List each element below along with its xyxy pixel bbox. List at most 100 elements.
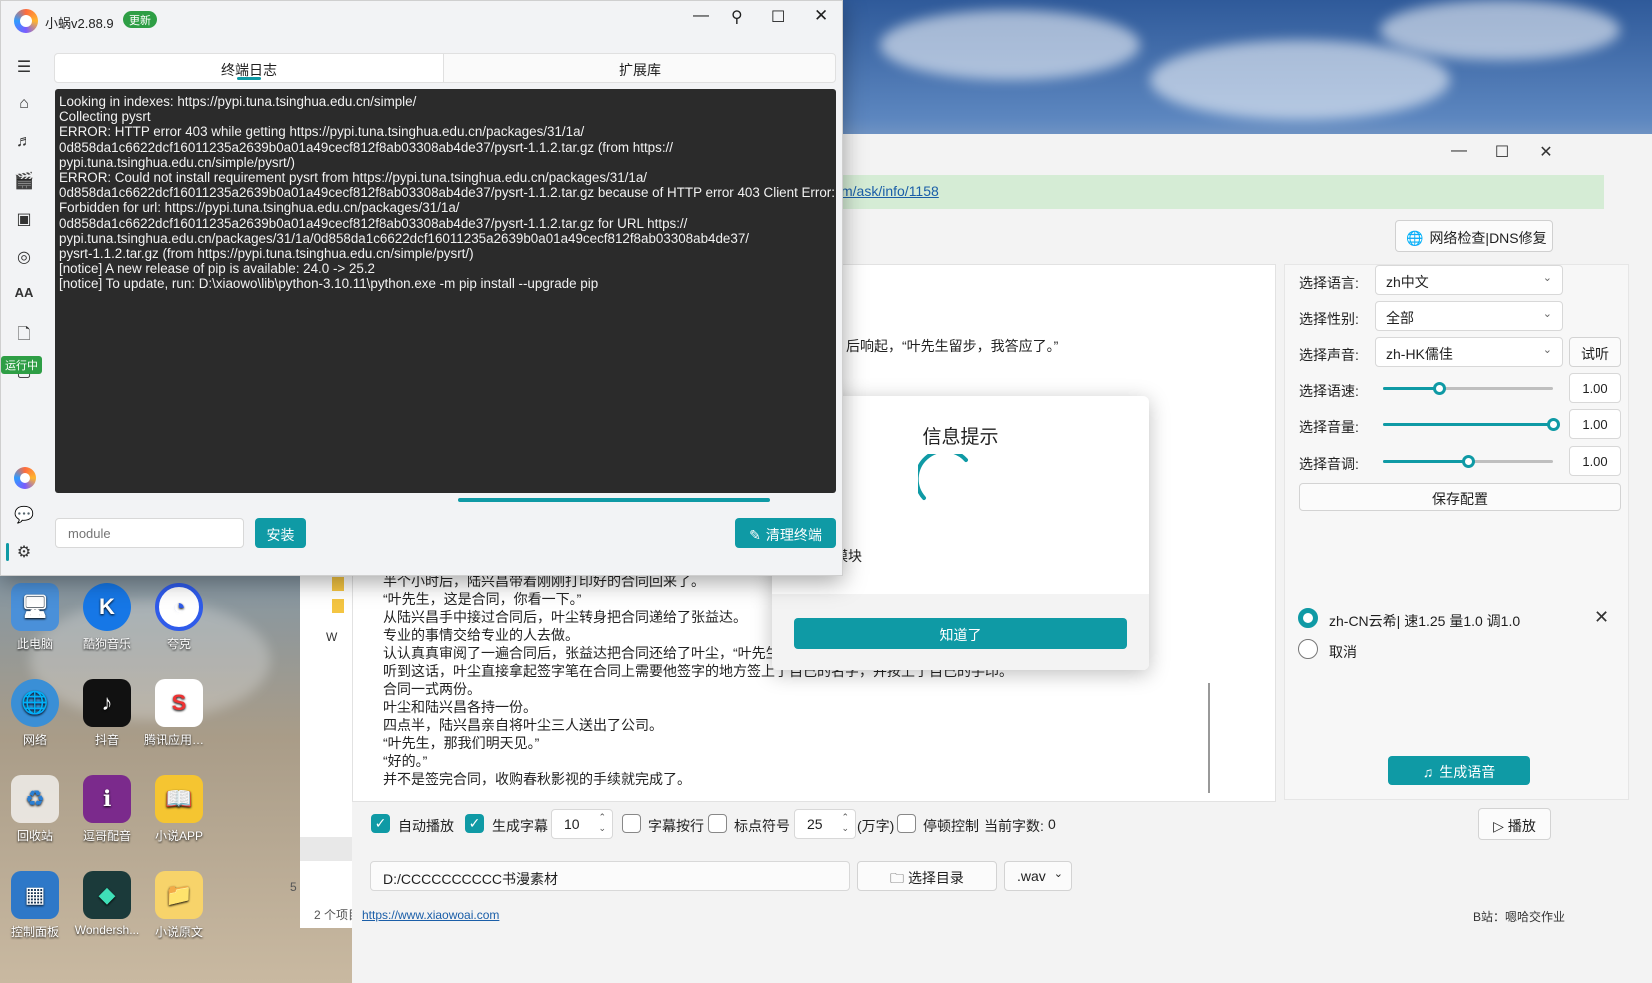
- terminal-line: Forbidden for url: https://pypi.tuna.tsi…: [59, 200, 460, 216]
- radio-selected[interactable]: [1298, 608, 1318, 628]
- save-config-button[interactable]: 保存配置: [1299, 483, 1621, 511]
- font-size-icon[interactable]: AA: [13, 285, 35, 307]
- record-icon[interactable]: ◎: [13, 247, 35, 269]
- wondershare-icon: ◆: [83, 871, 131, 919]
- voice-option[interactable]: zh-CN云希| 速1.25 量1.0 调1.0: [1329, 611, 1520, 631]
- desktop-icon-novel-folder[interactable]: 📁 小说原文: [144, 871, 214, 940]
- home-icon[interactable]: ⌂: [13, 95, 35, 117]
- text-line: “好的。”: [383, 753, 428, 769]
- stepper-arrows-icon[interactable]: ⌃ ⌄: [598, 812, 606, 834]
- volume-value[interactable]: 1.00: [1569, 409, 1621, 439]
- chevron-down-icon: ⌄: [1542, 344, 1552, 356]
- maximize-icon[interactable]: ☐: [771, 7, 785, 27]
- desktop-icon-dubbing[interactable]: ℹ 逗哥配音: [72, 775, 142, 844]
- tab-extensions[interactable]: 扩展库: [445, 54, 835, 82]
- desktop-icon-computer[interactable]: 🖥 此电脑: [0, 583, 70, 652]
- cloud: [1150, 40, 1450, 120]
- notice-link[interactable]: m/ask/info/1158: [841, 183, 939, 199]
- minimize-icon[interactable]: —: [1444, 142, 1474, 160]
- slider-knob[interactable]: [1433, 382, 1447, 395]
- document-icon[interactable]: 🗋: [13, 323, 35, 345]
- maximize-icon[interactable]: ☐: [1487, 142, 1517, 162]
- slider-knob[interactable]: [1462, 455, 1475, 468]
- close-icon[interactable]: ✕: [1594, 607, 1609, 628]
- terminal-line: pysrt-1.1.2.tar.gz (from https://pypi.tu…: [59, 246, 474, 262]
- pitch-slider[interactable]: [1383, 455, 1553, 468]
- cloud: [1380, 0, 1620, 60]
- punct-label: 标点符号: [734, 818, 790, 834]
- radio-unselected[interactable]: [1298, 639, 1318, 659]
- desktop-icon-network[interactable]: 🌐 网络: [0, 679, 70, 748]
- terminal-output[interactable]: Looking in indexes: https://pypi.tuna.ts…: [55, 89, 836, 493]
- try-listen-button[interactable]: 试听: [1569, 337, 1621, 367]
- desktop-icon-control-panel[interactable]: ▦ 控制面板: [0, 871, 70, 940]
- cloud-drive-label: W: [326, 630, 338, 644]
- cloud: [880, 10, 1140, 80]
- speed-value[interactable]: 1.00: [1569, 373, 1621, 403]
- website-link[interactable]: https://www.xiaowoai.com: [362, 908, 499, 922]
- desktop-icon-douyin[interactable]: ♪ 抖音: [72, 679, 142, 748]
- speed-slider[interactable]: [1383, 382, 1553, 395]
- network-icon: 🌐: [11, 679, 59, 727]
- ok-button[interactable]: 知道了: [794, 618, 1127, 649]
- minimize-icon[interactable]: —: [693, 7, 709, 25]
- stepper-arrows-icon[interactable]: ⌃ ⌄: [841, 812, 849, 834]
- pitch-value[interactable]: 1.00: [1569, 446, 1621, 476]
- choose-dir-button[interactable]: 🗀 选择目录: [857, 861, 997, 891]
- video-icon[interactable]: 🎬: [13, 171, 35, 193]
- language-select[interactable]: zh中文 ⌄: [1375, 265, 1563, 295]
- voice-settings-panel: 选择语言: zh中文 ⌄ 选择性别: 全部 ⌄ 选择声音: zh-HK儒佳 ⌄ 试听 …: [1284, 264, 1629, 800]
- unit-label: (万字): [857, 818, 895, 834]
- terminal-line: [notice] To update, run: D:\xiaowo\lib\p…: [59, 276, 599, 292]
- install-button[interactable]: 安装: [255, 518, 306, 548]
- voice-value: zh-HK儒佳: [1386, 346, 1453, 362]
- pin-icon[interactable]: ⚲: [731, 7, 743, 27]
- format-select[interactable]: .wav ⌄: [1004, 861, 1072, 891]
- update-badge[interactable]: 更新: [123, 11, 157, 28]
- gender-select[interactable]: 全部 ⌄: [1375, 301, 1563, 331]
- volume-slider[interactable]: [1383, 418, 1560, 431]
- terminal-line: 0d858da1c6622dcf16011235a2639b0a01a49cec…: [59, 139, 673, 155]
- text-to-speech-icon[interactable]: ♬: [13, 133, 35, 155]
- char-count-value: 0: [1048, 816, 1056, 832]
- gear-icon[interactable]: ⚙: [13, 542, 35, 564]
- play-icon: ▷: [1493, 818, 1504, 834]
- module-input[interactable]: [55, 518, 244, 548]
- text-line: 合同一式两份。: [383, 681, 481, 697]
- desktop-icon-yingyongbao[interactable]: S腾讯应用宝 畅玩手机好...: [144, 679, 214, 748]
- desktop-icon-recycle[interactable]: ♻ 回收站: [0, 775, 70, 844]
- subtitle-checkbox[interactable]: ✓: [465, 814, 484, 833]
- punct-stepper[interactable]: 25 ⌃ ⌄: [794, 809, 856, 839]
- subtitle-stepper[interactable]: 10 ⌃ ⌄: [551, 809, 613, 839]
- tab-terminal-log[interactable]: 终端日志: [55, 54, 444, 82]
- douyin-icon: ♪: [83, 679, 131, 727]
- image-icon[interactable]: ▣: [13, 209, 35, 231]
- desktop-icon-wondershare[interactable]: ◆ Wondersh...: [72, 871, 142, 937]
- menu-icon[interactable]: ☰: [13, 57, 35, 79]
- subtitle-wrap-checkbox[interactable]: [622, 814, 641, 833]
- desktop-icon-quark[interactable]: ◔ 夸克: [144, 583, 214, 652]
- clear-terminal-button[interactable]: ✎ 清理终端: [735, 518, 836, 548]
- tab-label: 终端日志: [221, 62, 277, 78]
- generate-voice-button[interactable]: ♫ 生成语音: [1388, 756, 1530, 785]
- desktop-icon-kugou[interactable]: K 酷狗音乐: [72, 583, 142, 652]
- slider-knob[interactable]: [1547, 418, 1560, 431]
- pause-ctrl-checkbox[interactable]: [897, 814, 916, 833]
- char-count-label: 当前字数:: [984, 818, 1044, 834]
- app-logo-icon[interactable]: [14, 467, 36, 489]
- dns-fix-button[interactable]: 🌐 网络检查|DNS修复: [1395, 220, 1553, 252]
- pitch-label: 选择音调:: [1299, 456, 1359, 472]
- voice-select[interactable]: zh-HK儒佳 ⌄: [1375, 337, 1563, 367]
- text-line: 四点半，陆兴昌亲自将叶尘三人送出了公司。: [383, 717, 663, 733]
- cancel-option[interactable]: 取消: [1329, 642, 1357, 662]
- close-icon[interactable]: ✕: [814, 6, 828, 26]
- autoplay-checkbox[interactable]: ✓: [371, 814, 390, 833]
- desktop-icon-novel-app[interactable]: 📖 小说APP: [144, 775, 214, 844]
- chat-icon[interactable]: 💬: [13, 505, 35, 527]
- scrollbar[interactable]: [1208, 683, 1210, 793]
- output-path-field[interactable]: D:/CCCCCCCCCC书漫素材: [370, 861, 850, 891]
- play-button[interactable]: ▷ 播放: [1478, 808, 1551, 840]
- format-value: .wav: [1017, 868, 1046, 884]
- close-icon[interactable]: ✕: [1531, 142, 1561, 162]
- punct-checkbox[interactable]: [708, 814, 727, 833]
